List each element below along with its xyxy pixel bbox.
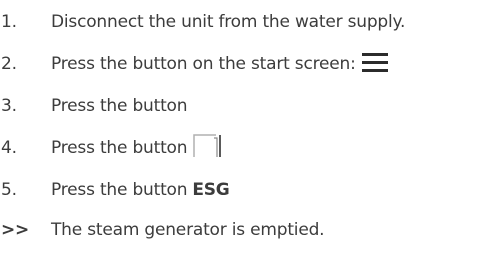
step-1: 1. Disconnect the unit from the water su… (0, 7, 405, 37)
result-text: The steam generator is emptied. (51, 220, 325, 240)
step-text: Disconnect the unit from the water suppl… (51, 12, 406, 32)
instruction-document: 1. Disconnect the unit from the water su… (0, 0, 494, 253)
result-marker: >> (1, 220, 30, 240)
step-3: 3. Press the button (0, 91, 188, 121)
step-4: 4. Press the button (0, 133, 223, 163)
step-text: Press the button (51, 96, 188, 116)
step-number: 3. (1, 96, 17, 116)
step-number: 2. (1, 54, 17, 74)
result-line: >> The steam generator is emptied. (0, 215, 325, 245)
hamburger-menu-icon (361, 52, 388, 77)
step-number: 5. (1, 180, 17, 200)
step-text: Press the button (51, 138, 188, 158)
step-number: 4. (1, 138, 17, 158)
corner-bracket-icon (193, 133, 223, 163)
step-text: Press the button (51, 180, 188, 200)
step-number: 1. (1, 12, 17, 32)
step-2: 2. Press the button on the start screen: (0, 49, 388, 79)
step-5: 5. Press the button ESG (0, 175, 230, 205)
step-text: Press the button on the start screen: (51, 54, 356, 74)
esg-label: ESG (192, 180, 230, 200)
